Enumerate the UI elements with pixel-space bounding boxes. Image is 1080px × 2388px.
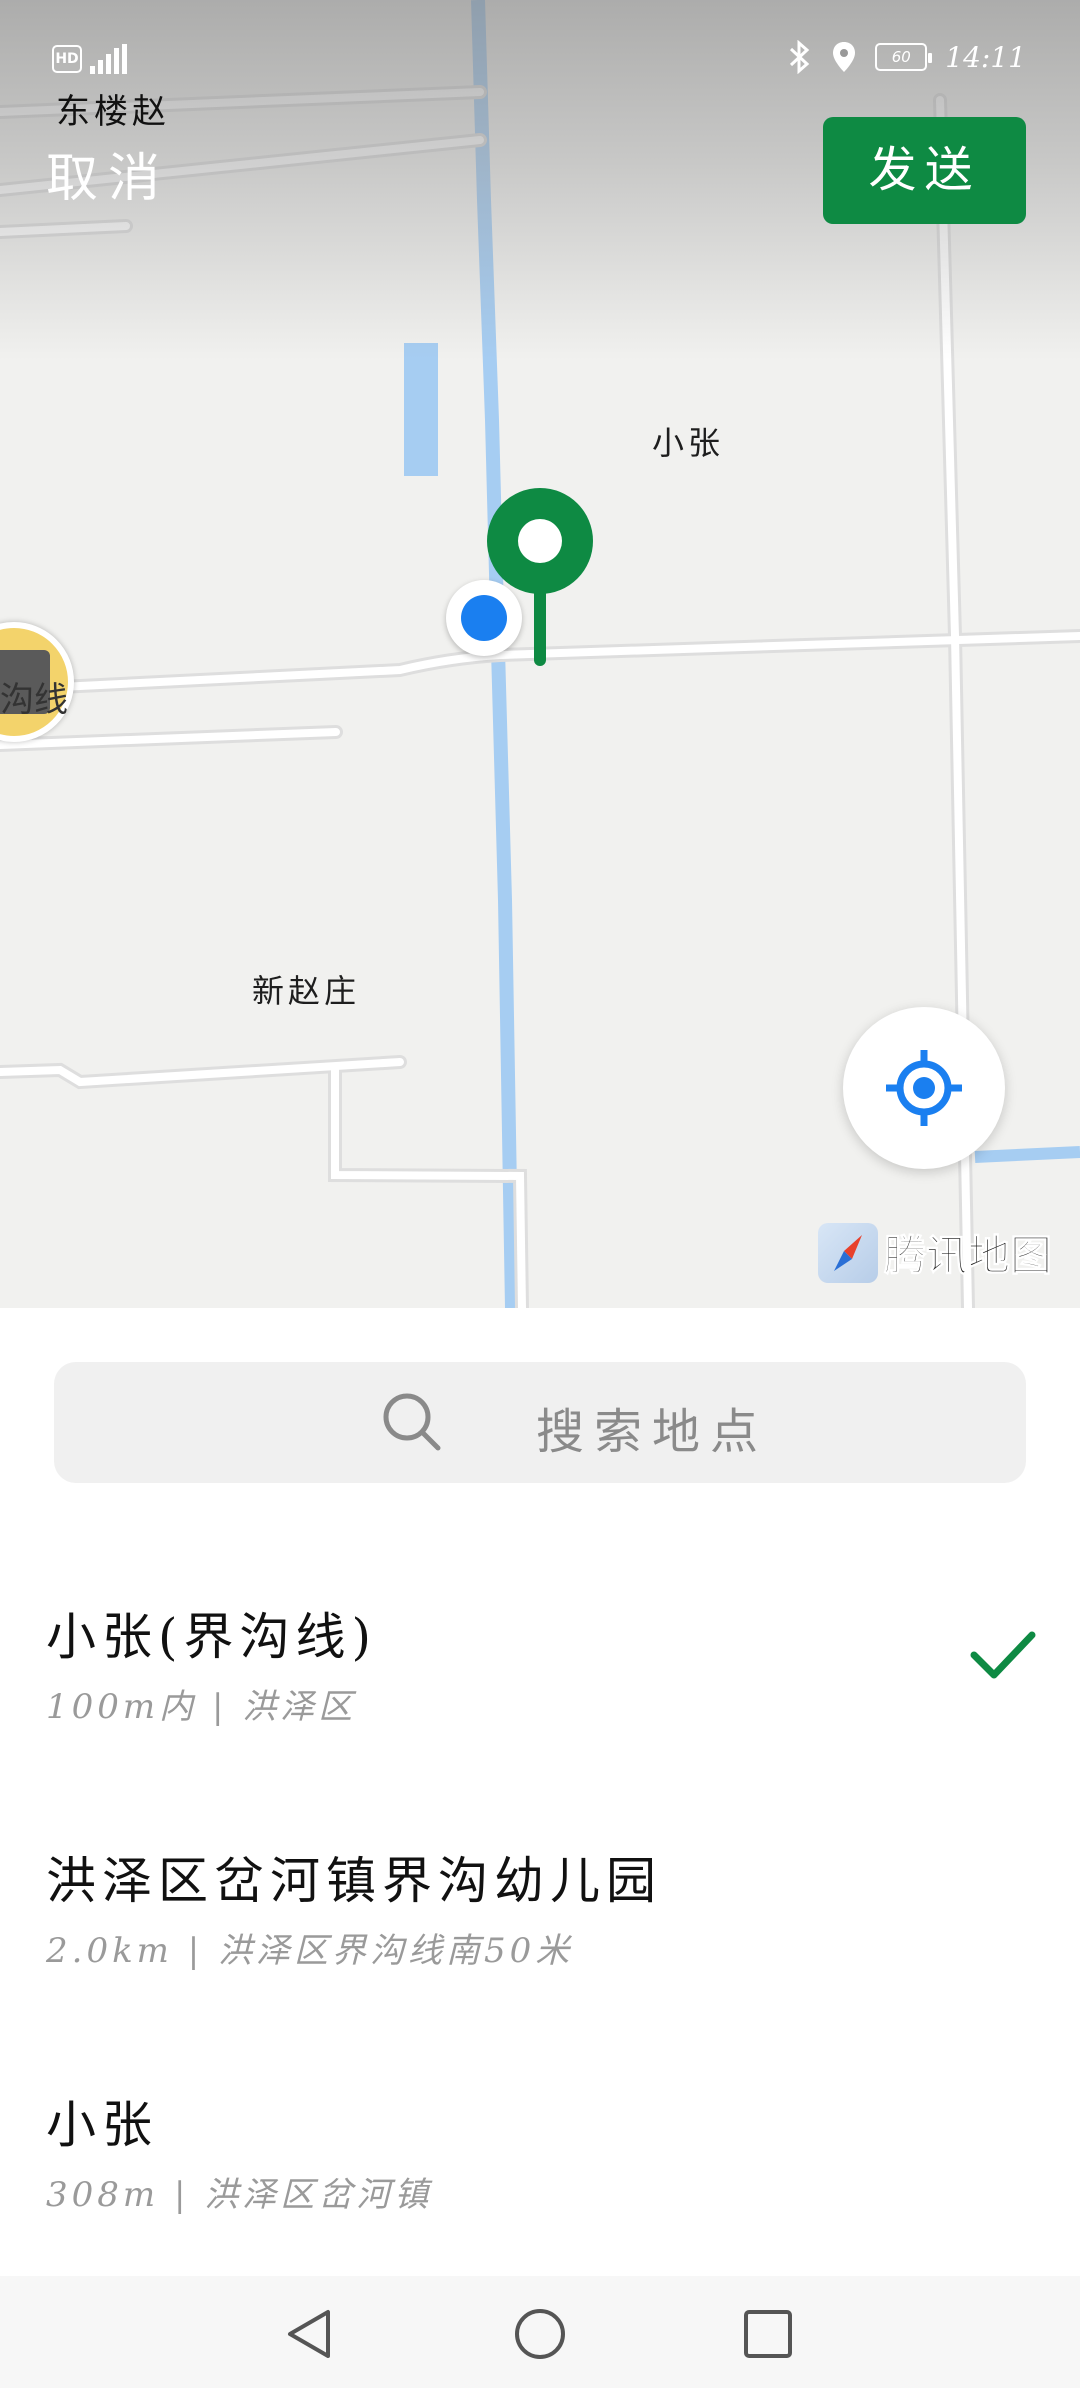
bluetooth-icon <box>790 40 810 74</box>
place-detail: 2.0km | 洪泽区界沟线南50米 <box>46 1931 574 1971</box>
status-right: 60 14:11 <box>787 40 1026 74</box>
recent-apps-icon[interactable] <box>740 2306 796 2362</box>
check-icon <box>970 1631 1036 1679</box>
place-detail: 100m内 | 洪泽区 <box>46 1687 357 1727</box>
back-icon[interactable] <box>282 2306 338 2362</box>
water-stub <box>974 1146 1080 1163</box>
attribution-text: 腾讯地图 <box>883 1232 1053 1280</box>
hd-badge: HD <box>52 45 82 73</box>
place-list-item[interactable]: 小张(界沟线) 100m内 | 洪泽区 <box>0 1567 1080 1811</box>
battery-icon: 60 <box>875 43 933 71</box>
poi-marker-label: 沟线 <box>0 680 68 720</box>
place-name: 小张(界沟线) <box>46 1608 378 1666</box>
send-button[interactable]: 发送 <box>823 117 1026 224</box>
crosshair-icon <box>886 1050 962 1126</box>
search-placeholder: 搜索地点 <box>536 1404 769 1460</box>
cancel-button[interactable]: 取消 <box>46 136 170 211</box>
search-icon <box>383 1393 441 1451</box>
system-nav-bar <box>0 2276 1080 2388</box>
status-time: 14:11 <box>945 40 1026 74</box>
place-name: 小张 <box>46 2096 158 2154</box>
home-icon[interactable] <box>512 2306 568 2362</box>
search-input[interactable]: 搜索地点 <box>54 1362 1026 1483</box>
place-picker-sheet: 搜索地点 小张(界沟线) 100m内 | 洪泽区 洪泽区岔河镇界沟幼儿园 2.0… <box>0 1308 1080 2276</box>
map-label-marker-place: 小张 <box>652 424 725 462</box>
map-label-top-left: 东楼赵 <box>56 92 170 132</box>
locate-me-button[interactable] <box>843 1007 1005 1169</box>
pond <box>404 343 438 476</box>
tencent-map-logo-icon <box>818 1222 878 1283</box>
location-pin-icon <box>487 488 593 666</box>
map-attribution: 腾讯地图 <box>818 1222 1053 1283</box>
location-icon <box>833 42 856 72</box>
signal-icon <box>90 44 127 74</box>
place-list-item[interactable]: 洪泽区岔河镇界沟幼儿园 2.0km | 洪泽区界沟线南50米 <box>0 1811 1080 2055</box>
map-label-village: 新赵庄 <box>252 972 361 1010</box>
status-left: HD <box>52 44 127 74</box>
place-list-item[interactable]: 小张 308m | 洪泽区岔河镇 <box>0 2055 1080 2299</box>
place-name: 洪泽区岔河镇界沟幼儿园 <box>46 1852 662 1910</box>
place-detail: 308m | 洪泽区岔河镇 <box>46 2175 433 2215</box>
map-view[interactable]: HD 60 14:11 东楼赵 取消 发送 小张 新赵庄 沟线 腾讯地图 <box>0 0 1080 1308</box>
